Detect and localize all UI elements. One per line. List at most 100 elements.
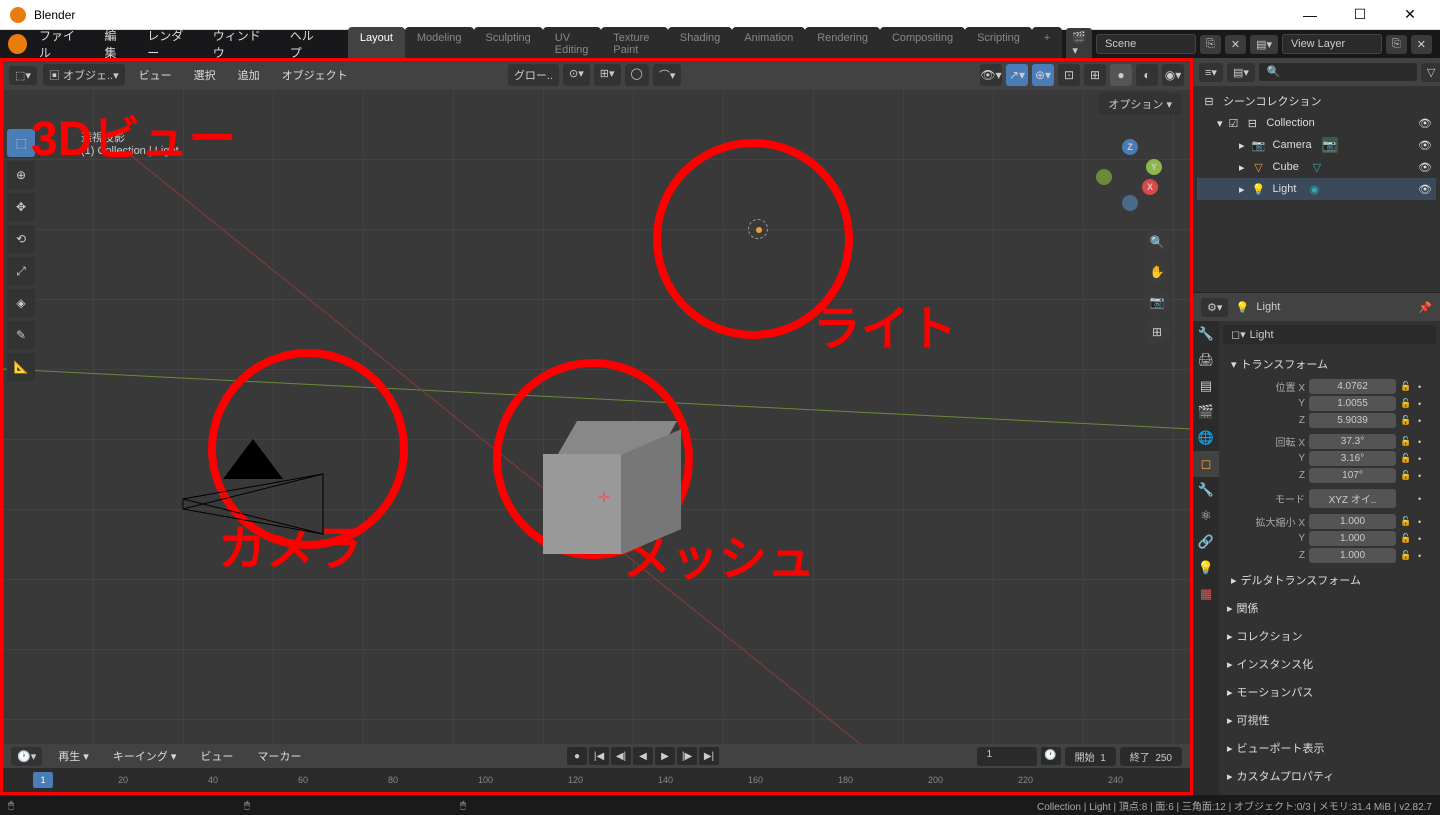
tool-transform[interactable]: ◈ [7,289,35,317]
camera-view-icon[interactable]: 📷 [1144,289,1170,315]
tab-shading[interactable]: Shading [668,27,732,61]
timeline-playback[interactable]: 再生 ▾ [50,745,97,767]
camera-data-icon[interactable]: 📷 [1322,137,1338,153]
tab-viewlayer-icon[interactable]: ▤ [1193,373,1219,399]
navigation-gizmo[interactable]: Z Y X [1090,139,1170,219]
maximize-button[interactable]: ☐ [1340,0,1380,30]
tab-texture[interactable]: Texture Paint [601,27,668,61]
mode-selector[interactable]: ▣ オブジェ..▾ [43,64,125,86]
properties-editor-icon[interactable]: ⚙▾ [1201,298,1228,317]
timeline-editor-icon[interactable]: 🕐▾ [11,747,42,766]
current-frame-input[interactable]: 1 [977,747,1037,766]
outliner-item-cube[interactable]: ▸ ▽ Cube ▽ 👁 [1197,156,1436,178]
clock-icon[interactable]: 🕐 [1041,747,1061,765]
scale-z-input[interactable]: 1.000 [1309,548,1396,563]
options-dropdown[interactable]: オプション ▾ [1098,93,1182,115]
rotation-y-input[interactable]: 3.16° [1309,451,1396,466]
visibility-toggle[interactable]: 👁 [1418,183,1432,196]
tab-uv[interactable]: UV Editing [543,27,602,61]
section-instancing[interactable]: ▸ インスタンス化 [1219,650,1440,678]
outliner-collection[interactable]: ▾☑ ⊟ Collection 👁 [1197,112,1436,134]
tab-world-icon[interactable]: 🌐 [1193,425,1219,451]
outliner-item-camera[interactable]: ▸ 📷 Camera 📷 👁 [1197,134,1436,156]
editor-type-icon[interactable]: ⬚▾ [9,66,37,85]
scene-name-input[interactable] [1096,34,1196,54]
timeline-marker[interactable]: マーカー [249,745,309,767]
tab-output-icon[interactable]: 🖨 [1193,347,1219,373]
viewport-3d[interactable]: オプション ▾ 透視投影 (1) Collection | Light ⬚ ⊕ … [3,89,1190,744]
tab-object-icon[interactable]: ◻ [1193,451,1219,477]
outliner-filter-icon[interactable]: ▽ [1421,63,1440,82]
timeline-ruler[interactable]: 1 20 40 60 80 100 120 140 160 180 200 22… [3,768,1190,792]
section-motionpaths[interactable]: ▸ モーションパス [1219,678,1440,706]
tab-texture-icon[interactable]: ▦ [1193,581,1219,607]
end-frame-input[interactable]: 終了 250 [1120,747,1182,766]
tool-annotate[interactable]: ✎ [7,321,35,349]
jump-start-icon[interactable]: |◀ [589,747,609,765]
layer-delete-icon[interactable]: ✕ [1411,35,1432,54]
section-visibility[interactable]: ▸ 可視性 [1219,706,1440,734]
section-relations[interactable]: ▸ 関係 [1219,594,1440,622]
menu-view[interactable]: ビュー [131,64,180,86]
mesh-data-icon[interactable]: ▽ [1309,159,1325,175]
playhead[interactable]: 1 [33,772,53,788]
scale-y-input[interactable]: 1.000 [1309,531,1396,546]
layer-browse-icon[interactable]: ▤▾ [1250,35,1278,54]
visibility-toggle[interactable]: 👁 [1418,117,1432,130]
section-viewport-display[interactable]: ▸ ビューポート表示 [1219,734,1440,762]
outliner-display-icon[interactable]: ▤▾ [1227,63,1255,82]
rotation-mode-dropdown[interactable]: XYZ オイ.. [1309,489,1396,508]
timeline-view[interactable]: ビュー [192,745,241,767]
visibility-toggle[interactable]: 👁 [1418,161,1432,174]
tab-layout[interactable]: Layout [348,27,405,61]
lock-icon[interactable]: 🔓 [1400,398,1414,409]
minimize-button[interactable]: — [1290,0,1330,30]
scene-browse-icon[interactable]: 🎬▾ [1066,28,1092,60]
viewlayer-input[interactable] [1282,34,1382,54]
gizmo-icon[interactable]: ↗▾ [1006,64,1028,86]
shading-wireframe-icon[interactable]: ⊞ [1084,64,1106,86]
play-reverse-icon[interactable]: ◀ [633,747,653,765]
shading-material-icon[interactable]: ◐ [1136,64,1158,86]
menu-add[interactable]: 追加 [230,64,268,86]
proportional-dropdown[interactable]: ⌒▾ [653,64,682,86]
visibility-icon[interactable]: 👁▾ [980,64,1002,86]
rotation-z-input[interactable]: 107° [1309,468,1396,483]
tab-animation[interactable]: Animation [732,27,805,61]
jump-end-icon[interactable]: ▶| [699,747,719,765]
rotation-x-input[interactable]: 37.3° [1309,434,1396,449]
blender-icon[interactable] [8,34,27,54]
autokey-icon[interactable]: ● [567,747,587,765]
overlay-icon[interactable]: ⊕▾ [1032,64,1054,86]
lock-icon[interactable]: 🔓 [1400,550,1414,561]
timeline-keying[interactable]: キーイング ▾ [105,745,185,767]
outliner-search-input[interactable] [1259,63,1417,81]
section-transform[interactable]: ▾ トランスフォーム [1227,350,1432,378]
prev-keyframe-icon[interactable]: ◀| [611,747,631,765]
zoom-icon[interactable]: 🔍 [1144,229,1170,255]
scene-delete-icon[interactable]: ✕ [1225,35,1246,54]
play-icon[interactable]: ▶ [655,747,675,765]
tab-render-icon[interactable]: 🔧 [1193,321,1219,347]
section-delta[interactable]: ▸ デルタトランスフォーム [1219,566,1440,594]
section-collections[interactable]: ▸ コレクション [1219,622,1440,650]
proportional-toggle[interactable]: ◯ [625,64,649,86]
tab-add[interactable]: + [1032,27,1062,61]
cube-mesh-object[interactable]: ✛ [543,429,663,549]
tab-data-icon[interactable]: 💡 [1193,555,1219,581]
snap-toggle[interactable]: ⊞▾ [594,64,621,86]
lock-icon[interactable]: 🔓 [1400,453,1414,464]
outliner-item-light[interactable]: ▸ 💡 Light ◉ 👁 [1197,178,1436,200]
menu-select[interactable]: 選択 [186,64,224,86]
lock-icon[interactable]: 🔓 [1400,381,1414,392]
start-frame-input[interactable]: 開始 1 [1065,747,1116,766]
tab-constraint-icon[interactable]: 🔗 [1193,529,1219,555]
location-y-input[interactable]: 1.0055 [1309,396,1396,411]
shading-rendered-icon[interactable]: ◉▾ [1162,64,1184,86]
outliner-editor-icon[interactable]: ≡▾ [1199,63,1223,82]
section-custom-props[interactable]: ▸ カスタムプロパティ [1219,762,1440,790]
lock-icon[interactable]: 🔓 [1400,516,1414,527]
shading-solid-icon[interactable]: ● [1110,64,1132,86]
camera-object[interactable] [223,439,333,542]
outliner-scene-collection[interactable]: ⊟ シーンコレクション [1197,90,1436,112]
